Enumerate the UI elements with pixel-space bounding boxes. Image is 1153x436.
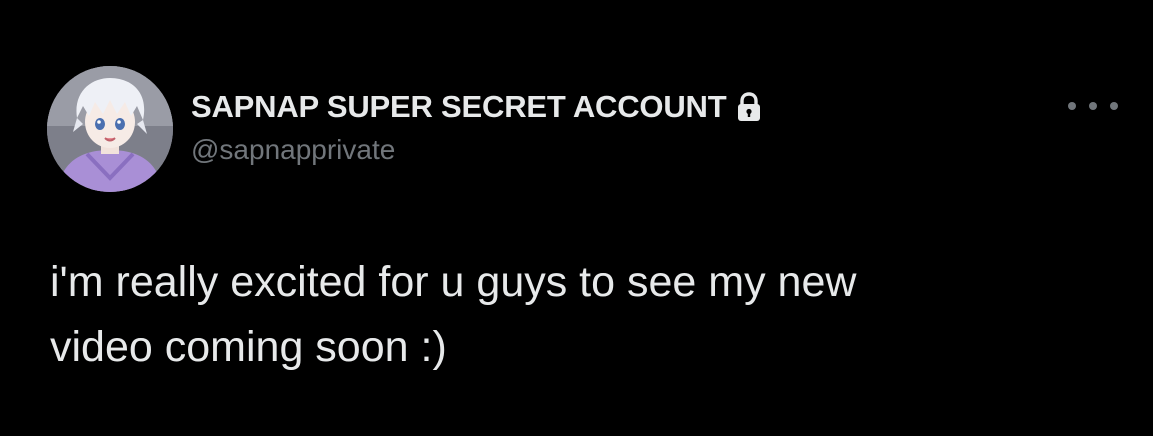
avatar[interactable]: [47, 66, 173, 192]
tweet-text: i'm really excited for u guys to see my …: [50, 258, 857, 371]
tweet-header: SAPNAP SUPER SECRET ACCOUNT @sapnappriva…: [191, 88, 764, 166]
more-options-icon: [1068, 102, 1076, 110]
display-name[interactable]: SAPNAP SUPER SECRET ACCOUNT: [191, 89, 727, 125]
more-options-icon: [1110, 102, 1118, 110]
avatar-image: [47, 66, 173, 192]
more-options-icon: [1089, 102, 1097, 110]
lock-icon: [734, 91, 764, 123]
name-row: SAPNAP SUPER SECRET ACCOUNT: [191, 88, 764, 126]
user-handle[interactable]: @sapnapprivate: [191, 134, 764, 166]
more-options-button[interactable]: [1068, 92, 1118, 120]
tweet-card: SAPNAP SUPER SECRET ACCOUNT @sapnappriva…: [0, 0, 1153, 436]
